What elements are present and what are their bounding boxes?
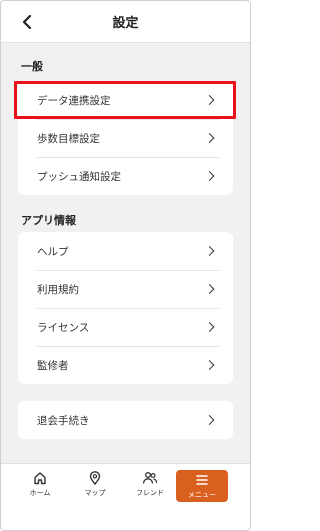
chevron-right-icon — [204, 95, 215, 105]
chevron-right-icon — [204, 133, 215, 143]
chevron-right-icon — [204, 171, 215, 181]
tab-label: フレンド — [136, 489, 164, 497]
home-indicator-area — [1, 511, 250, 530]
general-card: データ連携設定 歩数目標設定 プッシュ通知設定 — [18, 81, 233, 195]
tab-home[interactable]: ホーム — [15, 468, 65, 502]
menu-item-label: 歩数目標設定 — [37, 132, 100, 145]
menu-item-label: データ連携設定 — [37, 94, 111, 107]
account-card: 退会手続き — [18, 401, 233, 439]
friends-icon — [142, 470, 158, 486]
back-button[interactable] — [17, 11, 37, 33]
menu-item-step-goal[interactable]: 歩数目標設定 — [18, 119, 233, 157]
section-title-general: 一般 — [21, 60, 43, 73]
menu-item-label: 利用規約 — [37, 283, 79, 296]
menu-item-license[interactable]: ライセンス — [18, 308, 233, 346]
menu-item-data-sync[interactable]: データ連携設定 — [18, 81, 233, 119]
menu-item-label: ライセンス — [37, 321, 90, 334]
menu-item-help[interactable]: ヘルプ — [18, 232, 233, 270]
tab-label: マップ — [84, 489, 106, 497]
map-pin-icon — [87, 470, 103, 486]
tab-label: ホーム — [29, 489, 51, 497]
menu-item-supervisor[interactable]: 監修者 — [18, 346, 233, 384]
bottom-tab-bar: ホーム マップ フレンド メニュー — [1, 463, 250, 511]
menu-item-label: ヘルプ — [37, 245, 69, 258]
menu-item-label: プッシュ通知設定 — [37, 170, 121, 183]
header-bar: 設定 — [1, 1, 250, 43]
tab-map[interactable]: マップ — [70, 468, 120, 502]
settings-screen: 設定 一般 データ連携設定 歩数目標設定 プッシュ通知設定 アプリ情報 ヘルプ … — [0, 0, 251, 531]
chevron-right-icon — [204, 246, 215, 256]
chevron-right-icon — [204, 284, 215, 294]
chevron-right-icon — [204, 360, 215, 370]
chevron-right-icon — [204, 322, 215, 332]
back-chevron-icon — [22, 15, 32, 29]
menu-item-push-notification[interactable]: プッシュ通知設定 — [18, 157, 233, 195]
tab-menu[interactable]: メニュー — [176, 470, 228, 502]
app-info-card: ヘルプ 利用規約 ライセンス 監修者 — [18, 232, 233, 384]
menu-item-withdraw[interactable]: 退会手続き — [18, 401, 233, 439]
menu-item-label: 退会手続き — [37, 414, 90, 427]
tab-friends[interactable]: フレンド — [125, 468, 175, 502]
chevron-right-icon — [204, 415, 215, 425]
section-title-app-info: アプリ情報 — [21, 214, 76, 227]
tab-label: メニュー — [188, 491, 216, 499]
page-title: 設定 — [112, 16, 139, 31]
menu-item-terms[interactable]: 利用規約 — [18, 270, 233, 308]
home-icon — [32, 470, 48, 486]
menu-item-label: 監修者 — [37, 359, 69, 372]
menu-icon — [194, 472, 210, 488]
